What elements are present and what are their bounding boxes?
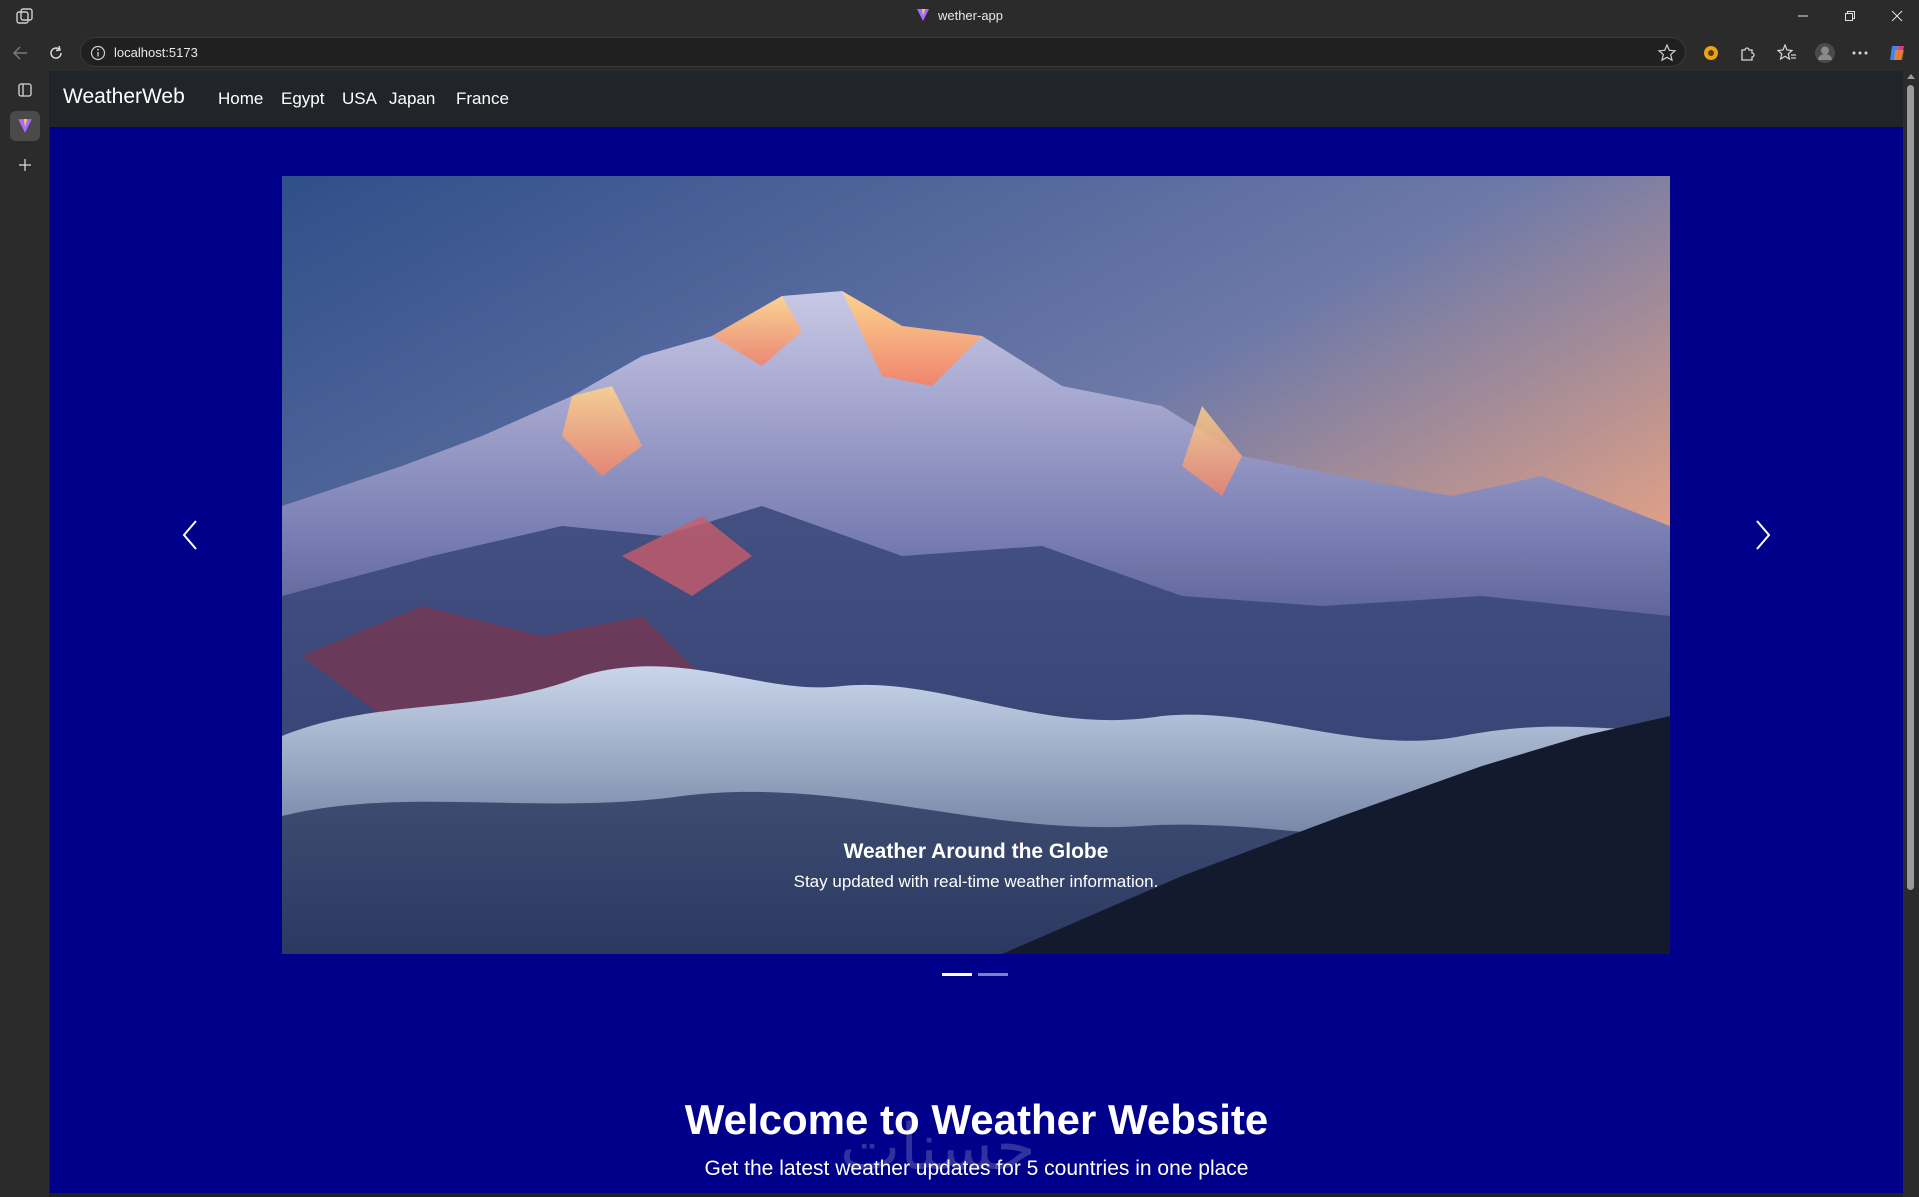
new-tab-button[interactable]: [10, 150, 40, 180]
window-titlebar: wether-app: [0, 0, 1919, 33]
tab-title: wether-app: [937, 8, 1004, 23]
vertical-tabs-sidebar: [0, 71, 49, 1197]
carousel-indicators: [942, 973, 1008, 977]
vite-favicon-icon: [18, 119, 32, 133]
address-bar[interactable]: localhost:5173: [80, 37, 1686, 67]
site-info-icon[interactable]: [89, 44, 107, 62]
copilot-extension-icon[interactable]: [1697, 39, 1725, 67]
nav-link-egypt[interactable]: Egypt: [281, 89, 324, 109]
window-title: wether-app: [0, 8, 1919, 23]
browser-toolbar: localhost:5173: [0, 33, 1919, 71]
refresh-icon[interactable]: [42, 39, 70, 67]
navbar-brand[interactable]: WeatherWeb: [63, 85, 185, 109]
carousel-caption-title: Weather Around the Globe: [843, 840, 1109, 863]
vite-favicon-icon: [916, 9, 929, 21]
page-scrollbar[interactable]: [1903, 71, 1919, 1197]
carousel-indicator-1[interactable]: [942, 973, 972, 976]
favorites-icon[interactable]: [1773, 39, 1801, 67]
star-icon[interactable]: [1657, 43, 1677, 63]
copilot-icon[interactable]: [1884, 39, 1912, 67]
close-button[interactable]: [1875, 4, 1919, 28]
page-subtitle: Get the latest weather updates for 5 cou…: [704, 1157, 1249, 1180]
nav-link-home[interactable]: Home: [218, 89, 263, 109]
nav-link-usa[interactable]: USA: [342, 89, 377, 109]
chevron-right-icon: [1756, 520, 1771, 550]
profile-avatar[interactable]: [1811, 39, 1839, 67]
carousel-next-button[interactable]: [1743, 505, 1783, 565]
carousel-indicator-2[interactable]: [978, 973, 1008, 976]
tab-wether-app[interactable]: [10, 111, 40, 141]
nav-link-japan[interactable]: Japan: [389, 89, 435, 109]
more-dots-icon[interactable]: [1846, 39, 1874, 67]
minimize-button[interactable]: [1781, 4, 1825, 28]
restore-button[interactable]: [1828, 4, 1872, 28]
mountain-landscape-image: [282, 176, 1670, 954]
carousel-caption-text: Stay updated with real-time weather info…: [793, 872, 1159, 891]
carousel-slide: Weather Around the Globe Stay updated wi…: [282, 176, 1670, 954]
chevron-left-icon: [182, 520, 197, 550]
page-title: Welcome to Weather Website: [684, 1096, 1269, 1143]
page-viewport: WeatherWeb Home Egypt USA Japan France W…: [50, 71, 1903, 1193]
extensions-puzzle-icon[interactable]: [1733, 39, 1761, 67]
carousel-prev-button[interactable]: [170, 505, 210, 565]
tab-actions-icon[interactable]: [10, 75, 40, 105]
back-arrow-icon[interactable]: [6, 39, 34, 67]
nav-link-france[interactable]: France: [456, 89, 509, 109]
url-text[interactable]: localhost:5173: [114, 45, 198, 60]
scroll-up-arrow-icon[interactable]: [1907, 74, 1915, 79]
scrollbar-thumb[interactable]: [1907, 85, 1914, 890]
site-navbar: WeatherWeb Home Egypt USA Japan France: [50, 71, 1903, 127]
